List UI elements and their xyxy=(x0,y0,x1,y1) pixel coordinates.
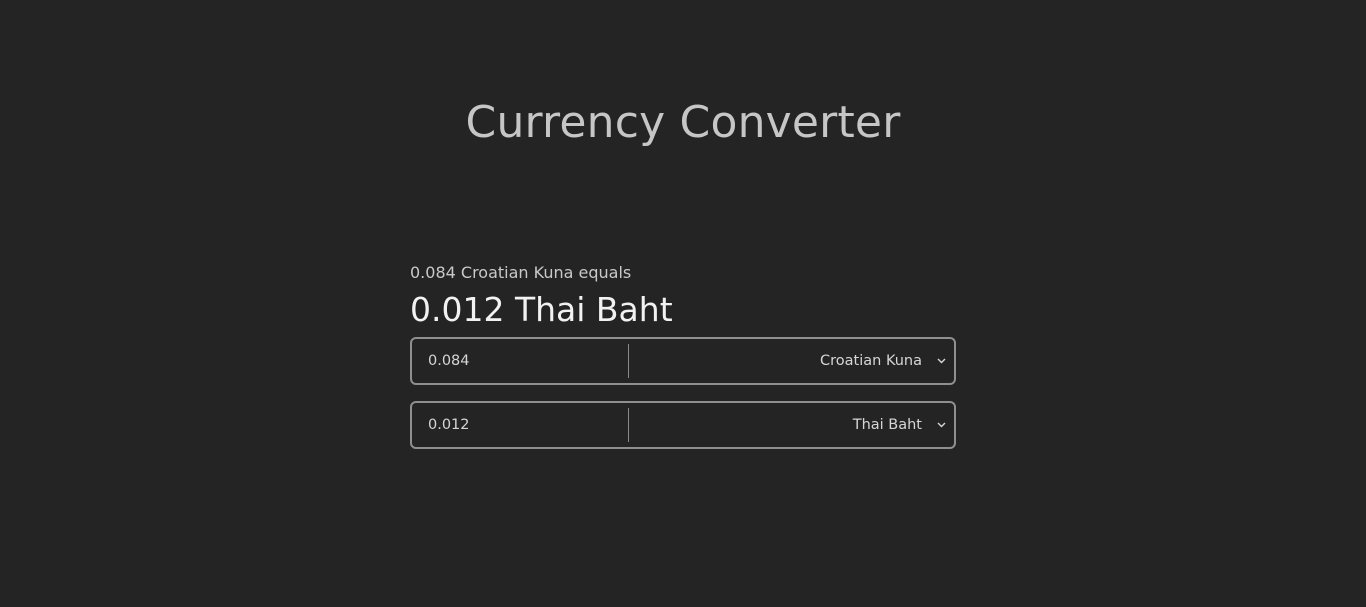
to-currency-select[interactable]: Thai Baht xyxy=(629,403,954,447)
from-currency-row: Croatian Kuna xyxy=(410,337,956,385)
to-currency-value: Thai Baht xyxy=(852,417,922,433)
converter-panel: 0.084 Croatian Kuna equals 0.012 Thai Ba… xyxy=(410,262,956,449)
to-currency-row: Thai Baht xyxy=(410,401,956,449)
from-currency-value: Croatian Kuna xyxy=(820,353,922,369)
from-currency-select[interactable]: Croatian Kuna xyxy=(629,339,954,383)
chevron-down-icon xyxy=(936,356,946,366)
from-amount-cell xyxy=(412,339,628,383)
conversion-summary: 0.084 Croatian Kuna equals xyxy=(410,263,632,282)
chevron-down-icon xyxy=(936,420,946,430)
to-amount-input[interactable] xyxy=(428,417,618,433)
converter-page: Currency Converter 0.084 Croatian Kuna e… xyxy=(0,0,1366,607)
conversion-result: 0.012 Thai Baht xyxy=(410,290,673,329)
to-amount-cell xyxy=(412,403,628,447)
page-title: Currency Converter xyxy=(465,97,901,148)
from-amount-input[interactable] xyxy=(428,353,618,369)
